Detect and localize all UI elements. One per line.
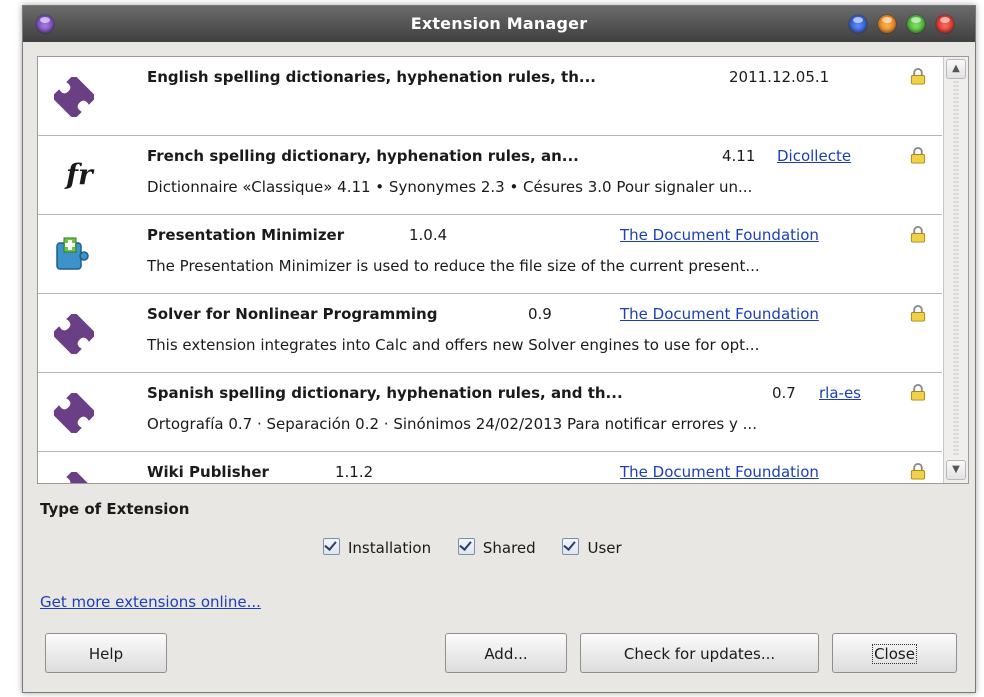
extension-description: Dictionnaire «Classique» 4.11 • Synonyme… [147,178,753,196]
window-title: Extension Manager [410,14,588,33]
extension-row-solver[interactable]: Solver for Nonlinear Programming 0.9 The… [38,294,942,373]
extension-name: Wiki Publisher [147,463,269,481]
checkbox-checked-icon[interactable] [457,538,475,555]
extension-description: The Presentation Minimizer is used to re… [147,257,760,275]
check-for-updates-button[interactable]: Check for updates... [580,633,819,673]
extension-row-french[interactable]: fr French spelling dictionary, hyphenati… [38,136,942,215]
extension-version: 4.11 [722,147,756,165]
close-button-label: Close [872,644,917,664]
puzzle-plus-icon [56,237,89,270]
type-of-extension-label: Type of Extension [40,500,190,518]
extension-name: Spanish spelling dictionary, hyphenation… [147,384,623,402]
extension-version: 0.7 [772,384,796,402]
installation-checkbox[interactable]: Installation [323,538,431,557]
help-button[interactable]: Help [45,633,167,673]
publisher-link[interactable]: The Document Foundation [620,226,819,244]
shade-button-icon[interactable] [849,15,867,33]
puzzle-icon [54,314,94,354]
lock-icon [910,225,926,243]
checkbox-checked-icon[interactable] [562,538,580,555]
fr-icon: fr [66,158,93,191]
add-button[interactable]: Add... [445,633,567,673]
extension-description: This extension integrates into Calc and … [147,336,760,354]
checkbox-label: User [587,539,622,557]
get-more-extensions-link[interactable]: Get more extensions online... [40,593,261,611]
scroll-up-icon[interactable]: ▲ [946,59,966,79]
extension-version: 1.1.2 [335,463,374,481]
extension-type-filters: Installation Shared User [323,538,644,560]
title-bar[interactable]: Extension Manager [23,6,975,42]
extension-version: 0.9 [528,305,552,323]
maximize-button-icon[interactable] [907,15,925,33]
puzzle-icon [54,393,94,433]
extension-row-presentation-minimizer[interactable]: Presentation Minimizer 1.0.4 The Documen… [38,215,942,294]
checkbox-checked-icon[interactable] [323,538,340,555]
extension-name: French spelling dictionary, hyphenation … [147,147,579,165]
minimize-button-icon[interactable] [878,15,896,33]
extension-manager-window: Extension Manager English spelling dicti… [22,5,976,693]
puzzle-icon [54,472,94,483]
lock-icon [910,146,926,164]
extension-name: English spelling dictionaries, hyphenati… [147,68,596,86]
checkbox-label: Installation [348,539,432,557]
shared-checkbox[interactable]: Shared [457,538,536,557]
close-window-button-icon[interactable] [936,15,954,33]
publisher-link[interactable]: rla-es [819,384,861,402]
puzzle-icon [54,77,94,117]
lock-icon [910,67,926,85]
publisher-link[interactable]: The Document Foundation [620,305,819,323]
extension-version: 1.0.4 [409,226,448,244]
extension-row-english[interactable]: English spelling dictionaries, hyphenati… [38,57,942,136]
user-checkbox[interactable]: User [562,538,622,557]
extension-name: Solver for Nonlinear Programming [147,305,438,323]
extension-name: Presentation Minimizer [147,226,345,244]
publisher-link[interactable]: The Document Foundation [620,463,819,481]
scroll-down-icon[interactable]: ▼ [946,460,966,480]
extension-row-wiki-publisher[interactable]: Wiki Publisher 1.1.2 The Document Founda… [38,452,942,483]
extension-version: 2011.12.05.1 [729,68,830,86]
extension-row-spanish[interactable]: Spanish spelling dictionary, hyphenation… [38,373,942,452]
lock-icon [910,462,926,480]
lock-icon [910,304,926,322]
close-button[interactable]: Close [832,633,957,673]
publisher-link[interactable]: Dicollecte [777,147,851,165]
scrollbar-track[interactable] [953,81,959,457]
checkbox-label: Shared [482,539,536,557]
lock-icon [910,383,926,401]
extension-description: Ortografía 0.7 · Separación 0.2 · Sinóni… [147,415,757,433]
extension-list[interactable]: English spelling dictionaries, hyphenati… [37,56,969,484]
list-scrollbar[interactable]: ▲ ▼ [943,57,968,483]
